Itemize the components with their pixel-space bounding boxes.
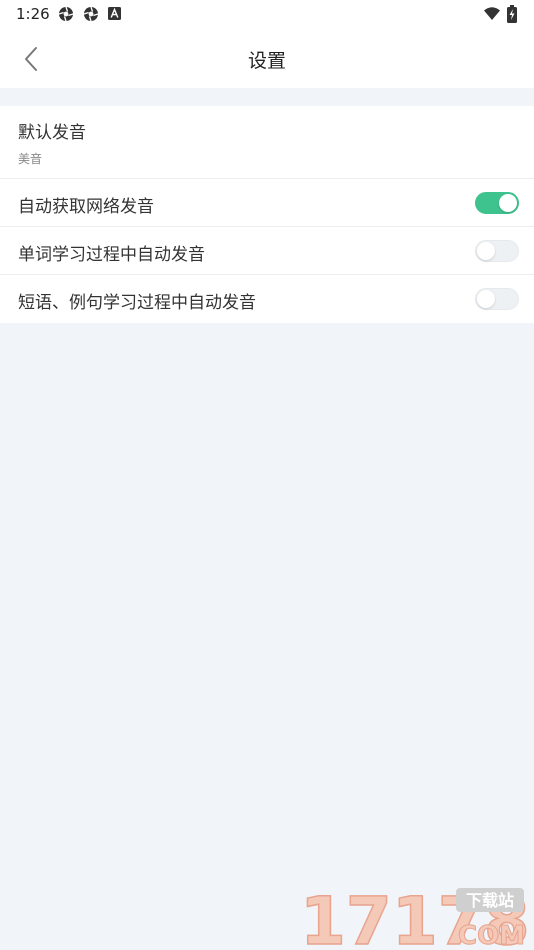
settings-list: 默认发音 美音 自动获取网络发音 单词学习过程中自动发音 短语、例句学习过程中自… bbox=[0, 106, 534, 323]
site-watermark-logo: 17178 下载站 COM bbox=[299, 886, 528, 948]
aperture-icon bbox=[83, 6, 99, 22]
word-auto-pronunciation-label: 单词学习过程中自动发音 bbox=[18, 245, 205, 265]
header-bar: 设置 bbox=[0, 28, 534, 88]
auto-network-pronunciation-toggle[interactable] bbox=[475, 192, 519, 214]
phrase-auto-pronunciation-row: 短语、例句学习过程中自动发音 bbox=[0, 275, 534, 323]
auto-network-pronunciation-row: 自动获取网络发音 bbox=[0, 179, 534, 227]
phrase-auto-pronunciation-label: 短语、例句学习过程中自动发音 bbox=[18, 293, 256, 313]
battery-charging-icon bbox=[507, 5, 517, 23]
status-bar: 1:26 bbox=[0, 0, 534, 28]
page-title: 设置 bbox=[247, 50, 286, 72]
aperture-icon bbox=[58, 6, 74, 22]
accessibility-a-icon bbox=[108, 7, 121, 20]
auto-network-pronunciation-label: 自动获取网络发音 bbox=[18, 197, 154, 217]
watermark-suffix: COM bbox=[458, 921, 525, 948]
toggle-knob bbox=[477, 242, 495, 260]
default-pronunciation-title: 默认发音 bbox=[18, 123, 86, 143]
watermark-badge: 下载站 bbox=[466, 891, 514, 910]
word-auto-pronunciation-row: 单词学习过程中自动发音 bbox=[0, 227, 534, 275]
default-pronunciation-value: 美音 bbox=[18, 152, 43, 166]
word-auto-pronunciation-toggle[interactable] bbox=[475, 240, 519, 262]
default-pronunciation-row[interactable]: 默认发音 美音 bbox=[0, 106, 534, 179]
status-time: 1:26 bbox=[16, 5, 50, 23]
phrase-auto-pronunciation-toggle[interactable] bbox=[475, 288, 519, 310]
wifi-icon bbox=[484, 7, 500, 20]
toggle-knob bbox=[477, 290, 495, 308]
toggle-knob bbox=[499, 194, 517, 212]
